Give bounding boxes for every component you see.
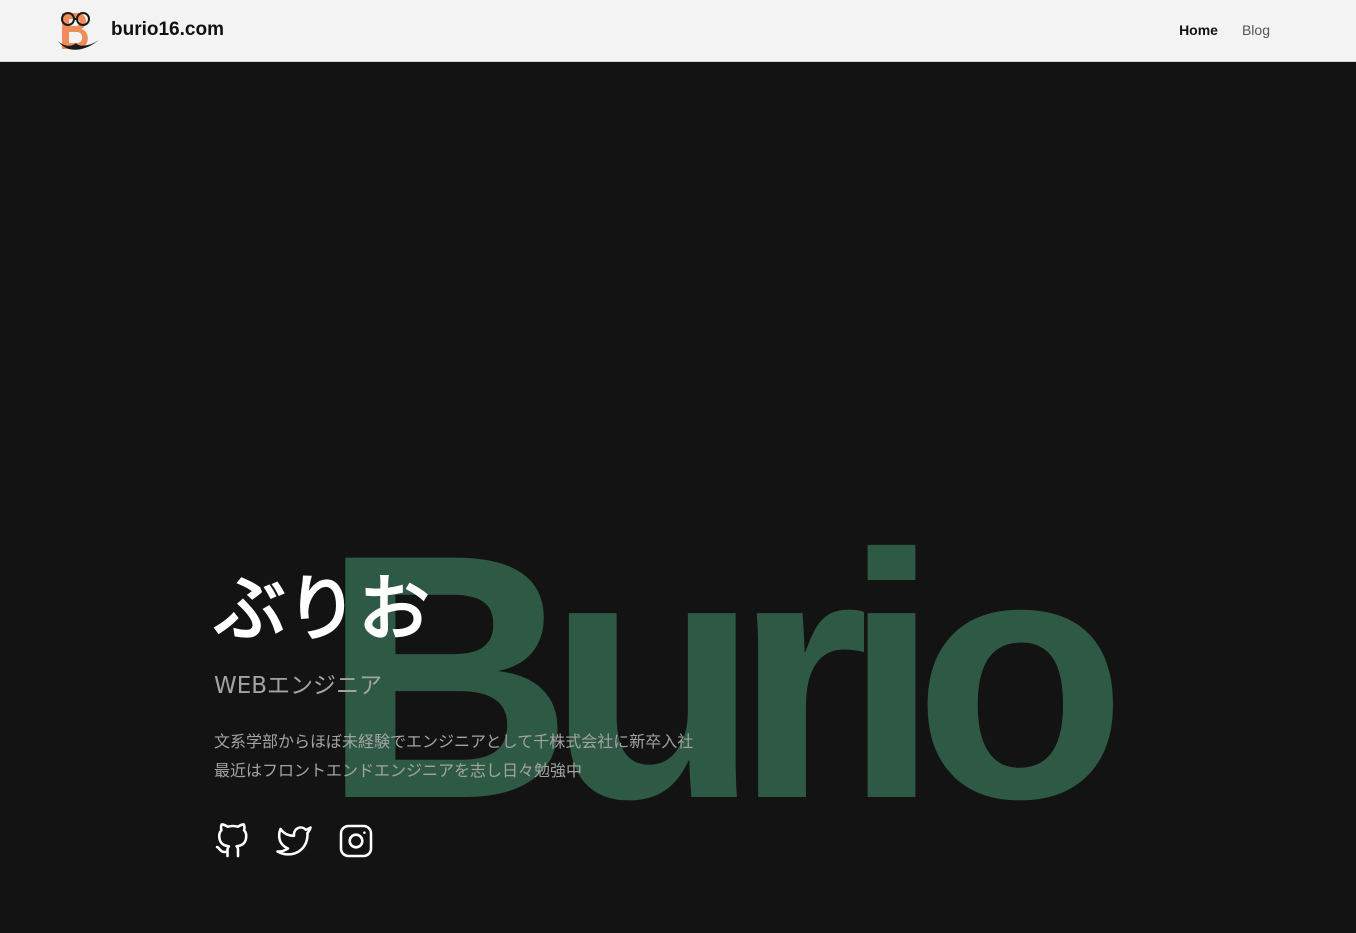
instagram-icon[interactable] [338,823,374,859]
hero-background-word: Burio [322,482,1127,871]
site-header: burio16.com Home Blog [0,0,1356,62]
nav-home-link[interactable]: Home [1179,20,1218,40]
hero-role: WEBエンジニア [214,673,383,699]
social-links [214,823,374,859]
nav-blog-link[interactable]: Blog [1242,20,1270,40]
site-title[interactable]: burio16.com [111,17,224,43]
hero-bio: 文系学部からほぼ未経験でエンジニアとして千株式会社に新卒入社 最近はフロントエン… [214,727,693,785]
hero-name: ぶりお [214,567,431,651]
hero-bio-line: 最近はフロントエンドエンジニアを志し日々勉強中 [214,761,583,780]
hero-bio-line: 文系学部からほぼ未経験でエンジニアとして千株式会社に新卒入社 [214,732,694,751]
hero-section: Burio ぶりお WEBエンジニア 文系学部からほぼ未経験でエンジニアとして千… [0,63,1356,933]
main-nav: Home Blog [1179,20,1270,40]
burio-logo-icon[interactable] [56,7,102,53]
github-icon[interactable] [214,823,250,859]
twitter-icon[interactable] [276,823,312,859]
